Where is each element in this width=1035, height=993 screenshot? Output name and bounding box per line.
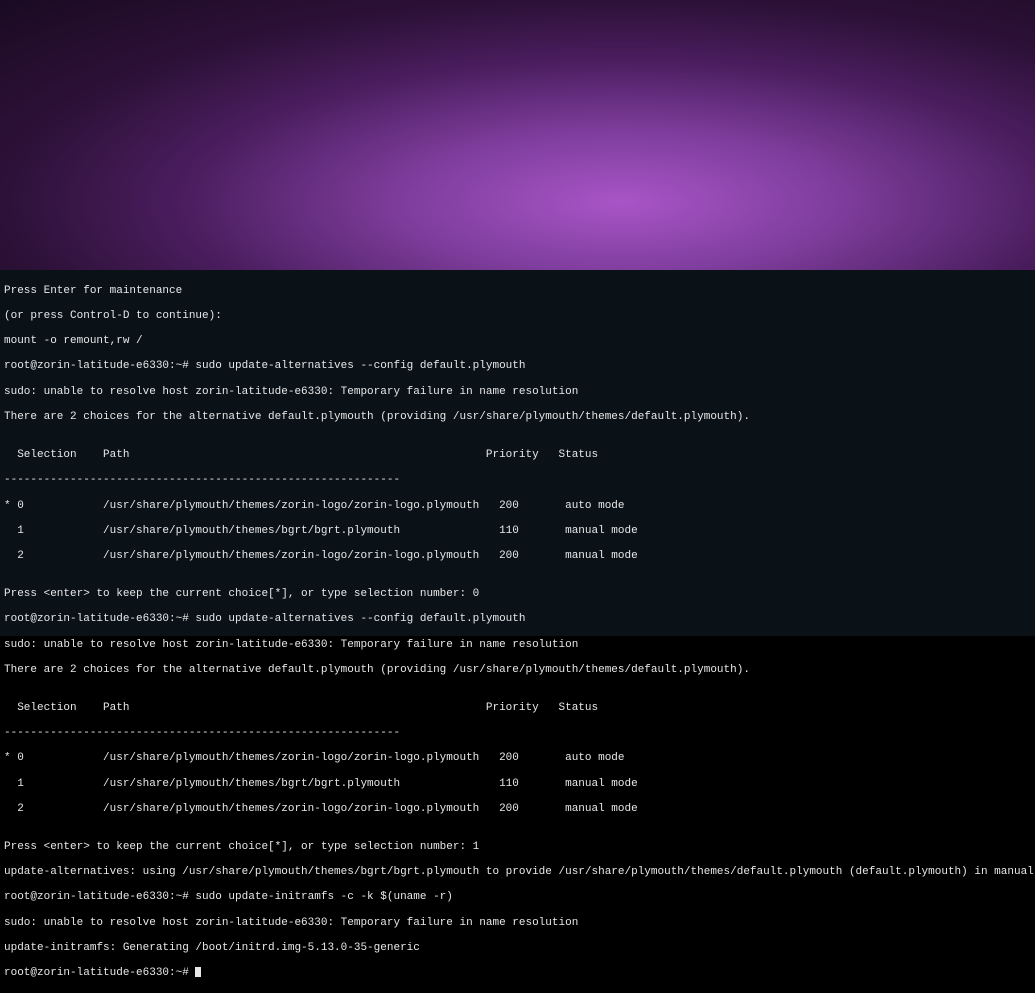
terminal-line: Press <enter> to keep the current choice… <box>4 588 1031 601</box>
terminal-line: There are 2 choices for the alternative … <box>4 664 1031 677</box>
terminal-line: Press Enter for maintenance <box>4 285 1031 298</box>
terminal-output[interactable]: Press Enter for maintenance (or press Co… <box>0 270 1035 636</box>
terminal-line: mount -o remount,rw / <box>4 335 1031 348</box>
terminal-line: Press <enter> to keep the current choice… <box>4 841 1031 854</box>
table-row: * 0 /usr/share/plymouth/themes/zorin-log… <box>4 752 1031 765</box>
table-row: 1 /usr/share/plymouth/themes/bgrt/bgrt.p… <box>4 778 1031 791</box>
terminal-line: sudo: unable to resolve host zorin-latit… <box>4 917 1031 930</box>
table-separator: ----------------------------------------… <box>4 474 1031 487</box>
terminal-line: update-alternatives: using /usr/share/pl… <box>4 866 1031 879</box>
terminal-line: sudo: unable to resolve host zorin-latit… <box>4 639 1031 652</box>
terminal-prompt-line: root@zorin-latitude-e6330:~# sudo update… <box>4 613 1031 626</box>
terminal-prompt-line: root@zorin-latitude-e6330:~# <box>4 967 1031 980</box>
desktop-background <box>0 0 1035 270</box>
table-row: * 0 /usr/share/plymouth/themes/zorin-log… <box>4 500 1031 513</box>
table-header: Selection Path Priority Status <box>4 702 1031 715</box>
terminal-line: update-initramfs: Generating /boot/initr… <box>4 942 1031 955</box>
table-header: Selection Path Priority Status <box>4 449 1031 462</box>
table-separator: ----------------------------------------… <box>4 727 1031 740</box>
table-row: 1 /usr/share/plymouth/themes/bgrt/bgrt.p… <box>4 525 1031 538</box>
terminal-prompt-line: root@zorin-latitude-e6330:~# sudo update… <box>4 360 1031 373</box>
terminal-line: (or press Control-D to continue): <box>4 310 1031 323</box>
cursor <box>195 967 201 977</box>
table-row: 2 /usr/share/plymouth/themes/zorin-logo/… <box>4 803 1031 816</box>
terminal-line: sudo: unable to resolve host zorin-latit… <box>4 386 1031 399</box>
table-row: 2 /usr/share/plymouth/themes/zorin-logo/… <box>4 550 1031 563</box>
terminal-line: There are 2 choices for the alternative … <box>4 411 1031 424</box>
terminal-prompt-line: root@zorin-latitude-e6330:~# sudo update… <box>4 891 1031 904</box>
